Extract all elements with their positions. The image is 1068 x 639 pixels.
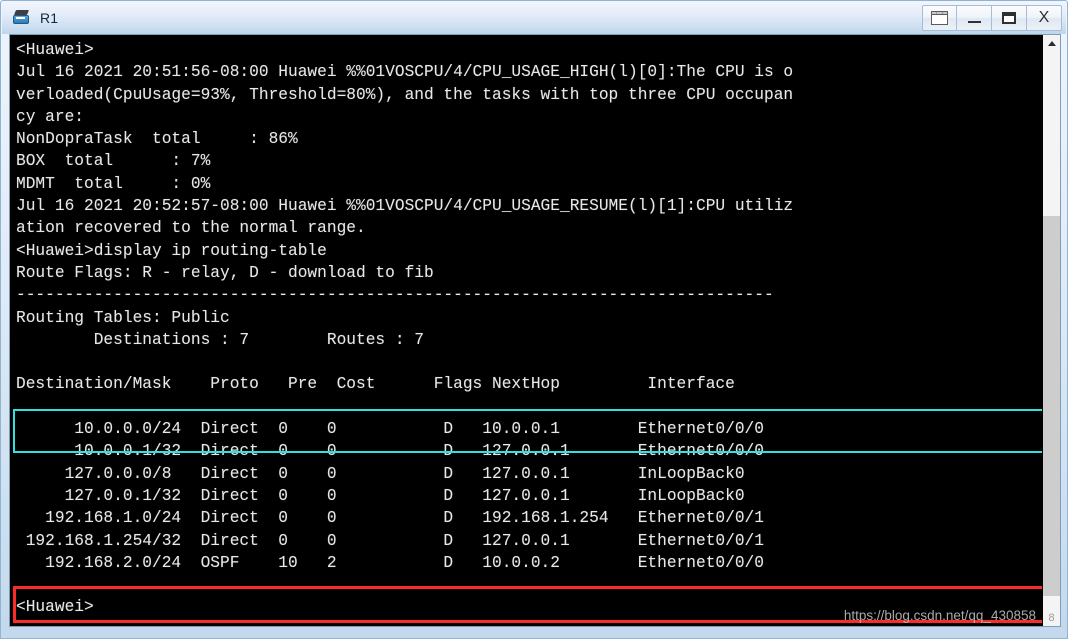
terminal-console[interactable]: <Huawei> Jul 16 2021 20:51:56-08:00 Huaw…	[10, 35, 1042, 626]
window-title: R1	[40, 10, 59, 26]
scrollbar-track-lower[interactable]: 8	[1043, 596, 1060, 626]
vertical-scrollbar[interactable]: 8	[1042, 35, 1060, 626]
router-icon	[12, 8, 32, 28]
minimize-button[interactable]	[957, 5, 992, 31]
maximize-button[interactable]	[992, 5, 1027, 31]
scrollbar-up-button[interactable]	[1043, 35, 1060, 52]
chevron-up-icon	[1047, 41, 1056, 46]
title-bar-left: R1	[2, 8, 58, 28]
window-controls: X	[922, 5, 1062, 31]
close-icon: X	[1038, 9, 1050, 26]
maximize-icon	[1002, 12, 1016, 24]
terminal-window: R1 X <Huawei> Jul 16 2021 20:51:56-08:00…	[0, 0, 1068, 639]
scrollbar-watermark-fragment: 8	[1048, 612, 1055, 624]
title-bar[interactable]: R1 X	[2, 2, 1066, 34]
minimize-icon	[967, 20, 981, 23]
scrollbar-track-upper[interactable]	[1043, 52, 1060, 216]
restore-group-button[interactable]	[922, 5, 957, 31]
terminal-container: <Huawei> Jul 16 2021 20:51:56-08:00 Huaw…	[9, 34, 1061, 627]
terminal-output: <Huawei> Jul 16 2021 20:51:56-08:00 Huaw…	[16, 41, 794, 617]
close-button[interactable]: X	[1027, 5, 1062, 31]
cascade-icon	[931, 11, 948, 25]
scrollbar-thumb[interactable]	[1043, 216, 1060, 596]
watermark-text: https://blog.csdn.net/qq_430858	[843, 608, 1036, 623]
